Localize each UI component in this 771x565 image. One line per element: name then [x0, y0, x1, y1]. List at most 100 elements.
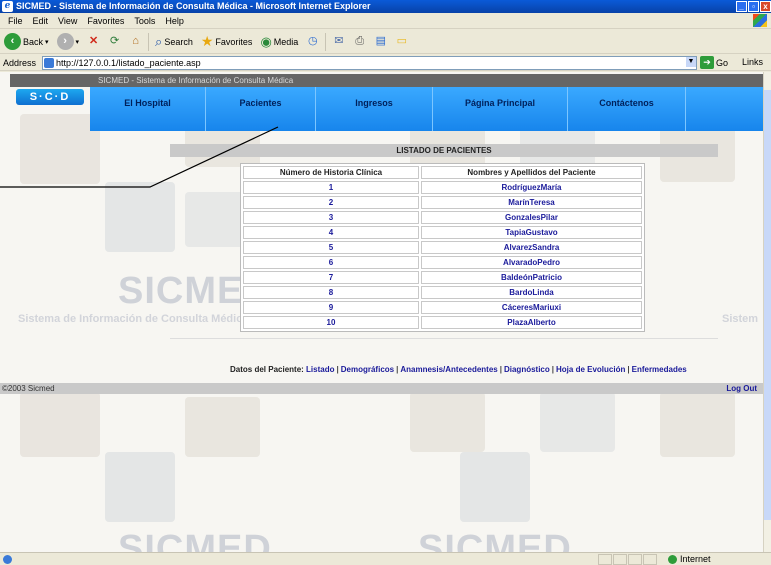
- zone-label: Internet: [680, 554, 711, 564]
- minimize-button[interactable]: _: [736, 1, 747, 12]
- table-row[interactable]: 2 MarínTeresa: [243, 196, 642, 209]
- patient-name-link[interactable]: CáceresMariuxi: [421, 301, 642, 314]
- refresh-icon[interactable]: ⟳: [106, 33, 123, 50]
- table-row[interactable]: 6 AlvaradoPedro: [243, 256, 642, 269]
- history-number-cell[interactable]: 1: [243, 181, 419, 194]
- home-icon[interactable]: ⌂: [127, 33, 144, 50]
- table-row[interactable]: 7 BaldeónPatricio: [243, 271, 642, 284]
- window-titlebar: e SICMED - Sistema de Información de Con…: [0, 0, 771, 13]
- history-number-cell[interactable]: 7: [243, 271, 419, 284]
- search-button[interactable]: ⌕ Search: [153, 34, 195, 50]
- stop-icon[interactable]: ✕: [85, 33, 102, 50]
- column-header-history-number: Número de Historia Clínica: [243, 166, 419, 179]
- address-bar: Address http://127.0.0.1/listado_pacient…: [0, 55, 771, 71]
- page-viewport: SICMED SICMED SICMED SICMED Sistema de I…: [0, 72, 763, 552]
- back-button[interactable]: ‹ Back ▾: [2, 33, 51, 50]
- close-button[interactable]: x: [760, 1, 771, 12]
- search-label: Search: [164, 36, 193, 47]
- nav-pagina-principal[interactable]: Página Principal: [433, 87, 568, 131]
- history-icon[interactable]: ◷: [304, 33, 321, 50]
- link-diagnostico[interactable]: Diagnóstico: [504, 365, 550, 374]
- menu-tools[interactable]: Tools: [129, 16, 160, 26]
- history-number-cell[interactable]: 4: [243, 226, 419, 239]
- address-input[interactable]: http://127.0.0.1/listado_paciente.asp: [42, 56, 697, 70]
- status-panel: [613, 554, 627, 565]
- history-number-cell[interactable]: 6: [243, 256, 419, 269]
- menu-file[interactable]: File: [3, 16, 28, 26]
- media-button[interactable]: ◉ Media: [258, 34, 300, 50]
- history-number-cell[interactable]: 3: [243, 211, 419, 224]
- link-demograficos[interactable]: Demográficos: [341, 365, 394, 374]
- patient-name-link[interactable]: BardoLinda: [421, 286, 642, 299]
- nav-el-hospital[interactable]: El Hospital: [90, 87, 206, 131]
- menu-favorites[interactable]: Favorites: [82, 16, 129, 26]
- address-url: http://127.0.0.1/listado_paciente.asp: [56, 58, 201, 68]
- patient-name-link[interactable]: RodríguezMaría: [421, 181, 642, 194]
- edit-icon[interactable]: ▤: [372, 33, 389, 50]
- table-row[interactable]: 10 PlazaAlberto: [243, 316, 642, 329]
- background-photo: [20, 392, 100, 457]
- divider: [170, 338, 718, 339]
- browser-toolbar: ‹ Back ▾ › ▾ ✕ ⟳ ⌂ ⌕ Search ★ Favorites …: [0, 30, 771, 54]
- patients-table: Número de Historia Clínica Nombres y Ape…: [240, 163, 645, 332]
- go-button[interactable]: ➔ Go: [700, 56, 728, 69]
- nav-contactenos[interactable]: Contáctenos: [568, 87, 686, 131]
- link-enfermedades[interactable]: Enfermedades: [632, 365, 687, 374]
- favorites-button[interactable]: ★ Favorites: [199, 33, 255, 50]
- history-number-cell[interactable]: 9: [243, 301, 419, 314]
- menu-edit[interactable]: Edit: [28, 16, 54, 26]
- patient-name-link[interactable]: TapiaGustavo: [421, 226, 642, 239]
- nav-ingresos[interactable]: Ingresos: [316, 87, 433, 131]
- patient-name-link[interactable]: PlazaAlberto: [421, 316, 642, 329]
- site-logo[interactable]: S·C·D: [16, 89, 84, 105]
- maximize-button[interactable]: ▫: [748, 1, 759, 12]
- nav-pacientes[interactable]: Pacientes: [206, 87, 316, 131]
- patient-name-link[interactable]: BaldeónPatricio: [421, 271, 642, 284]
- links-button[interactable]: Links: [742, 57, 763, 67]
- history-number-cell[interactable]: 8: [243, 286, 419, 299]
- menu-view[interactable]: View: [53, 16, 82, 26]
- patient-name-link[interactable]: MarínTeresa: [421, 196, 642, 209]
- table-row[interactable]: 1 RodríguezMaría: [243, 181, 642, 194]
- mail-icon[interactable]: ✉: [330, 33, 347, 50]
- link-anamnesis[interactable]: Anamnesis/Antecedentes: [400, 365, 497, 374]
- patient-name-link[interactable]: AlvaradoPedro: [421, 256, 642, 269]
- history-number-cell[interactable]: 10: [243, 316, 419, 329]
- back-arrow-icon: ‹: [4, 33, 21, 50]
- ie-logo-icon: e: [2, 1, 13, 12]
- table-row[interactable]: 5 AlvarezSandra: [243, 241, 642, 254]
- footer-bar: ©2003 Sicmed Log Out: [0, 383, 763, 394]
- back-dropdown-icon[interactable]: ▾: [45, 38, 49, 46]
- table-row[interactable]: 3 GonzalesPilar: [243, 211, 642, 224]
- forward-button[interactable]: › ▾: [55, 33, 82, 50]
- messenger-folder-icon[interactable]: ▭: [393, 33, 410, 50]
- table-row[interactable]: 4 TapiaGustavo: [243, 226, 642, 239]
- forward-dropdown-icon[interactable]: ▾: [76, 38, 80, 46]
- table-row[interactable]: 9 CáceresMariuxi: [243, 301, 642, 314]
- background-microscope-photo: [105, 182, 175, 252]
- security-zone: Internet: [668, 553, 711, 565]
- watermark-subtitle: Sistema de Información de Consulta Médic…: [18, 313, 249, 325]
- status-panels: [598, 554, 657, 565]
- history-number-cell[interactable]: 5: [243, 241, 419, 254]
- print-icon[interactable]: ⎙: [351, 33, 368, 50]
- windows-logo-icon: [753, 14, 767, 27]
- vertical-scrollbar[interactable]: [763, 72, 771, 552]
- link-listado[interactable]: Listado: [306, 365, 334, 374]
- page-status-icon: [3, 555, 12, 564]
- menu-help[interactable]: Help: [160, 16, 189, 26]
- scrollbar-thumb[interactable]: [764, 90, 771, 520]
- patient-name-link[interactable]: AlvarezSandra: [421, 241, 642, 254]
- background-microscope-photo: [460, 452, 530, 522]
- history-number-cell[interactable]: 2: [243, 196, 419, 209]
- main-nav: El Hospital Pacientes Ingresos Página Pr…: [90, 87, 763, 131]
- favorites-label: Favorites: [215, 36, 253, 47]
- address-dropdown-icon[interactable]: ▼: [686, 57, 696, 67]
- patient-name-link[interactable]: GonzalesPilar: [421, 211, 642, 224]
- logout-link[interactable]: Log Out: [726, 383, 757, 394]
- table-row[interactable]: 8 BardoLinda: [243, 286, 642, 299]
- status-panel: [598, 554, 612, 565]
- forward-arrow-icon: ›: [56, 33, 74, 50]
- table-header-row: Número de Historia Clínica Nombres y Ape…: [243, 166, 642, 179]
- link-hoja-evolucion[interactable]: Hoja de Evolución: [556, 365, 625, 374]
